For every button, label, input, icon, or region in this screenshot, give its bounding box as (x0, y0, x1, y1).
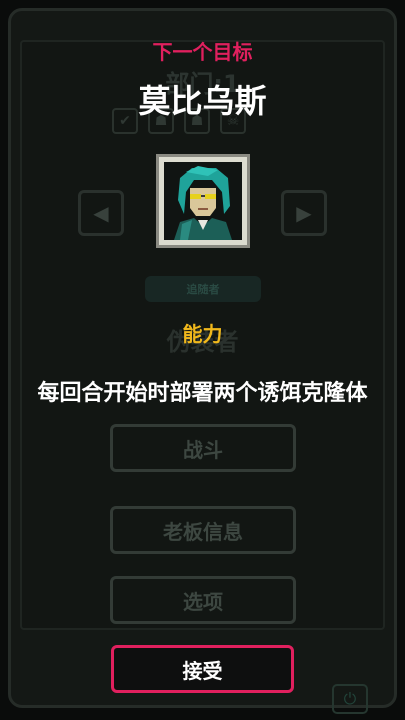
target-name: 莫比乌斯 (138, 82, 267, 120)
portrait-image (164, 162, 242, 240)
power-button[interactable]: ⏻ (332, 684, 368, 714)
character-icon (164, 162, 242, 240)
boss-info-button[interactable]: 老板信息 (110, 506, 296, 554)
power-icon: ⏻ (343, 689, 357, 708)
next-button[interactable]: ▶ (281, 190, 327, 236)
ability-label: 能力 (182, 322, 223, 346)
ability-description: 每回合开始时部署两个诱饵克隆体 (37, 381, 368, 406)
options-button[interactable]: 选项 (110, 576, 296, 624)
accept-button[interactable]: 接受 (111, 645, 294, 693)
next-target-label: 下一个目标 (152, 40, 253, 64)
left-arrow-icon: ◀ (93, 201, 109, 225)
status-tag: 追随者 (145, 276, 261, 302)
previous-button[interactable]: ◀ (78, 190, 124, 236)
right-arrow-icon: ▶ (296, 201, 312, 225)
combat-button[interactable]: 战斗 (110, 424, 296, 472)
target-portrait (156, 154, 250, 248)
